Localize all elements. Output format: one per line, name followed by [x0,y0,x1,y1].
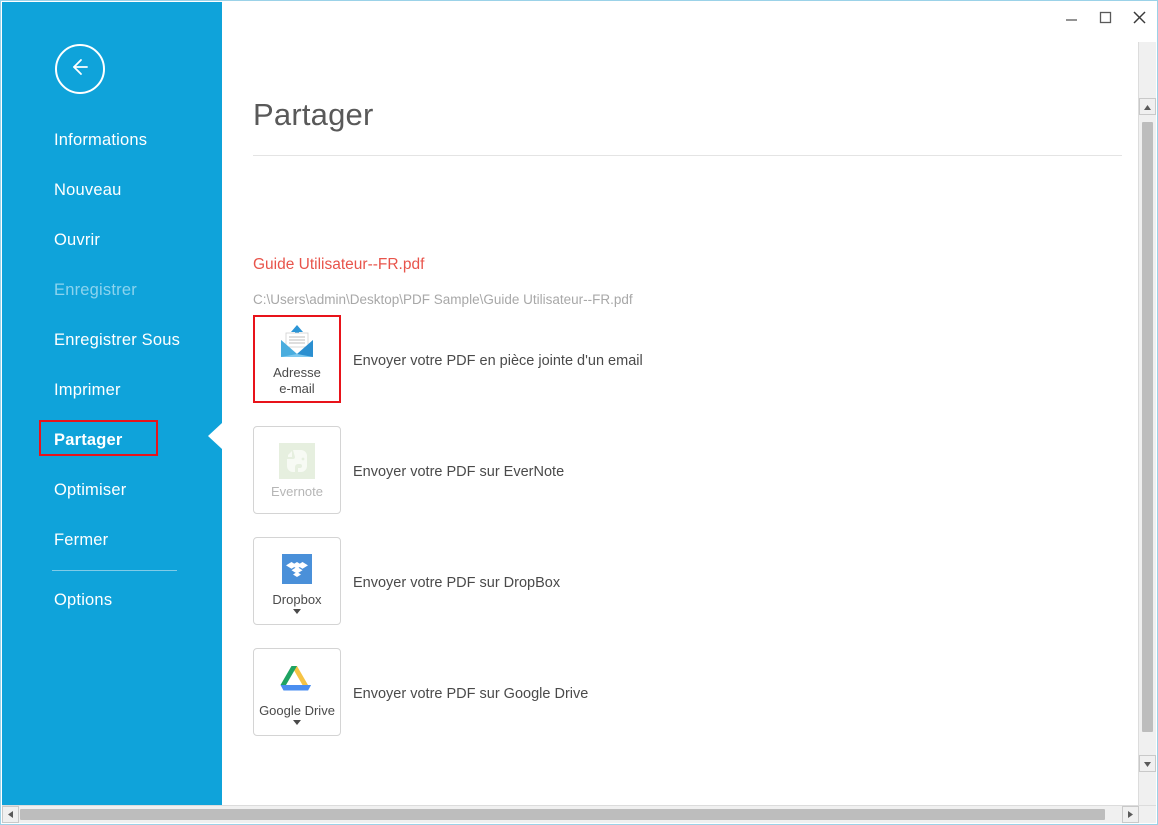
sidebar-item-label: Optimiser [54,481,127,499]
sidebar-item-nouveau[interactable]: Nouveau [2,165,222,215]
scroll-right-button[interactable] [1122,806,1139,823]
triangle-left-icon [7,806,14,824]
scroll-left-button[interactable] [2,806,19,823]
sidebar-item-label: Imprimer [54,381,121,399]
scroll-down-button[interactable] [1139,755,1156,772]
share-description: Envoyer votre PDF sur DropBox [353,575,561,591]
active-item-pointer [208,423,222,449]
scroll-up-button[interactable] [1139,98,1156,115]
share-tile-label: Google Drive [259,702,335,718]
share-description: Envoyer votre PDF sur Google Drive [353,686,589,702]
close-button[interactable] [1122,2,1156,32]
dropbox-icon [282,549,312,589]
triangle-right-icon [1127,806,1134,824]
sidebar-item-label: Partager [54,431,123,449]
minimize-button[interactable] [1054,2,1088,32]
title-bar [222,2,1156,42]
sidebar-item-label: Enregistrer Sous [54,331,181,349]
sidebar-item-label: Nouveau [54,181,122,199]
triangle-down-icon [1143,755,1152,773]
google-drive-icon [278,660,316,700]
share-tile-label: Dropbox [272,591,322,607]
sidebar-item-informations[interactable]: Informations [2,115,222,165]
share-tile-label: Adresse e-mail [273,364,321,396]
vertical-scrollbar-thumb[interactable] [1142,122,1153,732]
sidebar-item-label: Informations [54,131,148,149]
share-tile-google-drive[interactable]: Google Drive [253,648,341,736]
arrow-left-icon [67,54,93,85]
sidebar-item-label: Enregistrer [54,281,137,299]
share-tile-evernote[interactable]: Evernote [253,426,341,514]
share-tile-dropbox[interactable]: Dropbox [253,537,341,625]
sidebar-item-partager[interactable]: Partager [2,415,222,465]
share-row-dropbox: Dropbox Envoyer votre PDF sur DropBox [253,537,1113,648]
sidebar-item-options[interactable]: Options [2,575,222,625]
sidebar-item-label: Ouvrir [54,231,101,249]
share-options-list: Adresse e-mail Envoyer votre PDF en pièc… [253,315,1113,759]
page-title: Partager [253,97,374,132]
share-row-google-drive: Google Drive Envoyer votre PDF sur Googl… [253,648,1113,759]
sidebar-divider [52,570,177,571]
triangle-up-icon [1143,98,1152,116]
share-row-email: Adresse e-mail Envoyer votre PDF en pièc… [253,315,1113,426]
sidebar-item-label: Options [54,591,113,609]
sidebar: Informations Nouveau Ouvrir Enregistrer … [2,2,222,807]
share-tile-label: Evernote [270,483,324,499]
chevron-down-icon[interactable] [293,608,301,614]
vertical-scrollbar[interactable] [1138,42,1156,805]
back-button[interactable] [55,44,105,94]
share-row-evernote: Evernote Envoyer votre PDF sur EverNote [253,426,1113,537]
sidebar-item-fermer[interactable]: Fermer [2,515,222,565]
document-path: C:\Users\admin\Desktop\PDF Sample\Guide … [253,292,633,307]
horizontal-scrollbar[interactable] [2,805,1156,823]
sidebar-item-ouvrir[interactable]: Ouvrir [2,215,222,265]
sidebar-nav: Informations Nouveau Ouvrir Enregistrer … [2,115,222,625]
share-description: Envoyer votre PDF sur EverNote [353,464,565,480]
chevron-down-icon[interactable] [293,719,301,725]
horizontal-scrollbar-thumb[interactable] [20,809,1105,820]
sidebar-item-enregistrer: Enregistrer [2,265,222,315]
sidebar-item-label: Fermer [54,531,109,549]
envelope-upload-icon [277,322,317,362]
share-tile-email[interactable]: Adresse e-mail [253,315,341,403]
title-divider [253,155,1122,156]
application-window: Informations Nouveau Ouvrir Enregistrer … [0,0,1158,825]
sidebar-item-enregistrer-sous[interactable]: Enregistrer Sous [2,315,222,365]
main-content: Partager Guide Utilisateur--FR.pdf C:\Us… [222,42,1156,823]
sidebar-item-optimiser[interactable]: Optimiser [2,465,222,515]
sidebar-item-imprimer[interactable]: Imprimer [2,365,222,415]
maximize-button[interactable] [1088,2,1122,32]
share-description: Envoyer votre PDF en pièce jointe d'un e… [353,353,643,369]
evernote-icon [279,441,315,481]
document-name: Guide Utilisateur--FR.pdf [253,256,425,273]
